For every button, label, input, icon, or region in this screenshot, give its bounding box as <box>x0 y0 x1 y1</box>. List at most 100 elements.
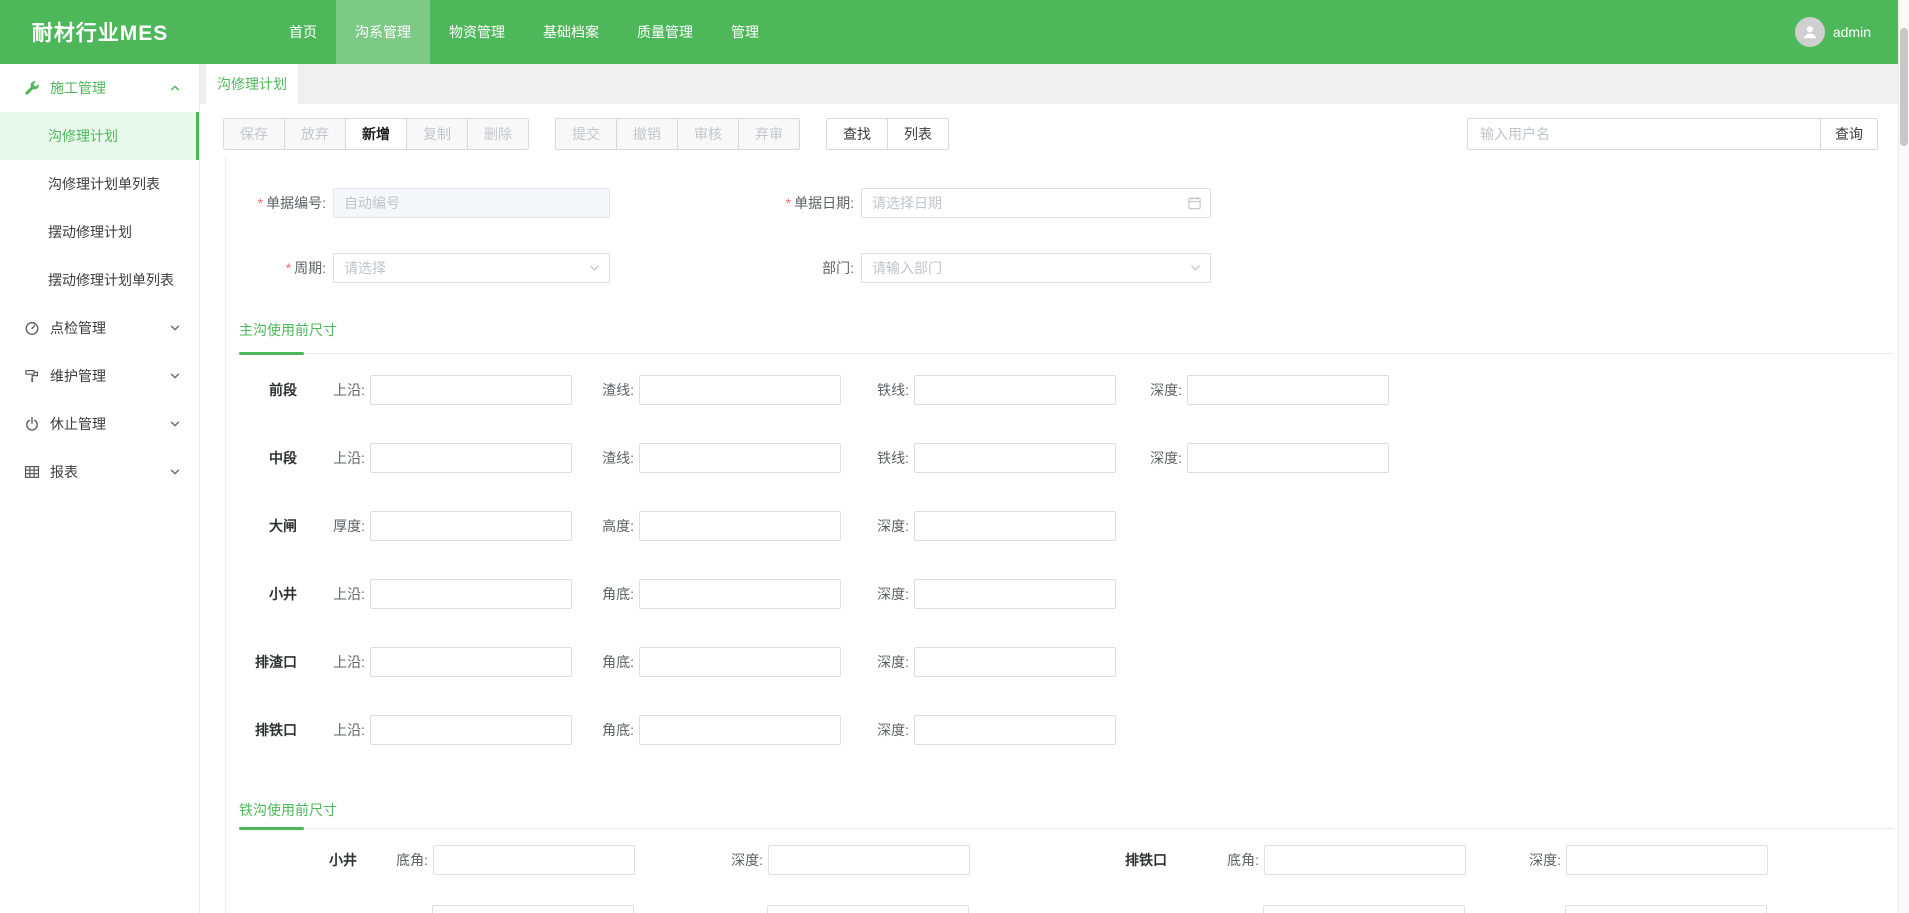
app-logo: 耐材行业MES <box>0 17 200 47</box>
dim-field-partial-4-input[interactable] <box>1565 905 1767 913</box>
field-doc-no-label: *单据编号: <box>226 188 326 218</box>
dim-row-s1-r6: 排铁口 <box>226 715 297 745</box>
dim-field-partial-3-input[interactable] <box>1263 905 1465 913</box>
user-menu[interactable]: admin <box>1795 0 1871 64</box>
content-panel: 保存放弃新增复制删除提交撤销审核弃审查找列表 查询 *单据编号:*单据日期:*周… <box>200 104 1909 913</box>
toolbar-button-revoke[interactable]: 撤销 <box>616 118 678 150</box>
sidebar-item-1-4[interactable]: 摆动修理计划单列表 <box>0 256 199 304</box>
toolbar-button-submit[interactable]: 提交 <box>555 118 617 150</box>
dim-field-s2-g1-1: 底角: <box>394 845 635 875</box>
toolbar-button-find[interactable]: 查找 <box>826 118 888 150</box>
dim-field-s1-r3-3-input[interactable] <box>914 511 1116 541</box>
dim-field-s1-r5-1-input[interactable] <box>370 647 572 677</box>
field-cycle-input[interactable] <box>333 253 610 283</box>
toolbar-button-audit[interactable]: 审核 <box>677 118 739 150</box>
section-divider-accent <box>239 827 304 830</box>
dim-field-s1-r4-3-label: 深度: <box>875 584 909 604</box>
dim-field-s1-r6-3-input[interactable] <box>914 715 1116 745</box>
sidebar-group-1[interactable]: 施工管理 <box>0 64 199 112</box>
required-mark: * <box>786 195 791 211</box>
dim-field-s1-r2-1-label: 上沿: <box>331 448 365 468</box>
toolbar-button-discard[interactable]: 放弃 <box>284 118 346 150</box>
toolbar-button-save[interactable]: 保存 <box>223 118 285 150</box>
dim-field-s2-g2-2-input[interactable] <box>1566 845 1768 875</box>
roller-icon <box>24 368 40 384</box>
toolbar: 保存放弃新增复制删除提交撤销审核弃审查找列表 查询 <box>223 118 1878 150</box>
dim-field-s1-r6-2: 角底: <box>600 715 841 745</box>
dim-field-s2-g1-2-input[interactable] <box>768 845 970 875</box>
dim-field-s1-r2-3-input[interactable] <box>914 443 1116 473</box>
dim-field-s1-r5-3-label: 深度: <box>875 652 909 672</box>
nav-item-3[interactable]: 物资管理 <box>430 0 524 64</box>
dim-field-s1-r3-1: 厚度: <box>331 511 572 541</box>
dim-field-s1-r5-2-label: 角底: <box>600 652 634 672</box>
sidebar-group-2[interactable]: 点检管理 <box>0 304 199 352</box>
search-input[interactable] <box>1467 118 1820 150</box>
dim-field-s1-r1-3-input[interactable] <box>914 375 1116 405</box>
dim-field-partial-2-input[interactable] <box>767 905 969 913</box>
field-doc-no-input[interactable] <box>333 188 610 218</box>
sidebar-item-1-3[interactable]: 摆动修理计划 <box>0 208 199 256</box>
wrench-icon <box>24 80 40 96</box>
dim-field-s1-r1-4-label: 深度: <box>1148 380 1182 400</box>
dim-field-s1-r6-2-input[interactable] <box>639 715 841 745</box>
toolbar-group-3: 查找列表 <box>826 118 949 150</box>
dim-field-s2-g2-1-input[interactable] <box>1264 845 1466 875</box>
dim-field-s1-r4-1: 上沿: <box>331 579 572 609</box>
nav-item-2[interactable]: 沟系管理 <box>336 0 430 64</box>
sidebar-group-label: 施工管理 <box>50 78 106 98</box>
nav-item-5[interactable]: 质量管理 <box>618 0 712 64</box>
dim-field-s2-g2-1: 底角: <box>1225 845 1466 875</box>
page-scrollbar[interactable] <box>1898 0 1909 913</box>
sidebar-group-4[interactable]: 休止管理 <box>0 400 199 448</box>
dim-field-s1-r2-1-input[interactable] <box>370 443 572 473</box>
dim-field-s1-r6-3-label: 深度: <box>875 720 909 740</box>
tab-groove-repair-plan[interactable]: 沟修理计划 <box>206 64 298 104</box>
dim-field-partial-1-input[interactable] <box>432 905 634 913</box>
scrollbar-thumb[interactable] <box>1900 28 1908 146</box>
field-doc-date <box>861 188 1211 218</box>
dim-field-s1-r2-2-input[interactable] <box>639 443 841 473</box>
dim-row-s1-r1: 前段 <box>226 375 297 405</box>
dim-field-s2-g1-1-input[interactable] <box>433 845 635 875</box>
toolbar-button-list[interactable]: 列表 <box>887 118 949 150</box>
dim-field-s1-r2-4-input[interactable] <box>1187 443 1389 473</box>
dim-field-s1-r6-1-label: 上沿: <box>331 720 365 740</box>
nav-item-1[interactable]: 首页 <box>270 0 336 64</box>
dim-row-s2-g1: 小井 <box>286 845 357 875</box>
field-dept <box>861 253 1211 283</box>
section-divider <box>239 828 1893 829</box>
dim-field-s1-r5-2-input[interactable] <box>639 647 841 677</box>
dim-field-s1-r4-2-input[interactable] <box>639 579 841 609</box>
nav-item-4[interactable]: 基础档案 <box>524 0 618 64</box>
field-doc-date-input[interactable] <box>861 188 1211 218</box>
toolbar-button-unaudit[interactable]: 弃审 <box>738 118 800 150</box>
dim-row-s1-r2: 中段 <box>226 443 297 473</box>
toolbar-button-copy[interactable]: 复制 <box>406 118 468 150</box>
dim-field-s1-r4-3-input[interactable] <box>914 579 1116 609</box>
dim-field-s1-r3-1-input[interactable] <box>370 511 572 541</box>
dim-field-s1-r3-2-input[interactable] <box>639 511 841 541</box>
sidebar-item-1-1[interactable]: 沟修理计划 <box>0 112 199 160</box>
search-button[interactable]: 查询 <box>1820 118 1878 150</box>
dim-field-s2-g1-2: 深度: <box>729 845 970 875</box>
dim-field-s1-r4-1-label: 上沿: <box>331 584 365 604</box>
dim-field-s1-r5-3-input[interactable] <box>914 647 1116 677</box>
dim-field-s1-r1-1-input[interactable] <box>370 375 572 405</box>
sidebar: 施工管理沟修理计划沟修理计划单列表摆动修理计划摆动修理计划单列表点检管理维护管理… <box>0 64 200 913</box>
sidebar-item-1-2[interactable]: 沟修理计划单列表 <box>0 160 199 208</box>
dim-field-s1-r2-1: 上沿: <box>331 443 572 473</box>
dim-field-s1-r6-2-label: 角底: <box>600 720 634 740</box>
field-dept-input[interactable] <box>861 253 1211 283</box>
toolbar-button-add[interactable]: 新增 <box>345 118 407 150</box>
dim-field-s1-r6-1-input[interactable] <box>370 715 572 745</box>
user-avatar-icon <box>1795 17 1825 47</box>
dim-field-s1-r4-1-input[interactable] <box>370 579 572 609</box>
section-title-1: 主沟使用前尺寸 <box>239 320 337 340</box>
dim-field-s1-r1-4-input[interactable] <box>1187 375 1389 405</box>
nav-item-6[interactable]: 管理 <box>712 0 778 64</box>
dim-field-s1-r1-2-input[interactable] <box>639 375 841 405</box>
sidebar-group-5[interactable]: 报表 <box>0 448 199 496</box>
toolbar-button-delete[interactable]: 删除 <box>467 118 529 150</box>
sidebar-group-3[interactable]: 维护管理 <box>0 352 199 400</box>
